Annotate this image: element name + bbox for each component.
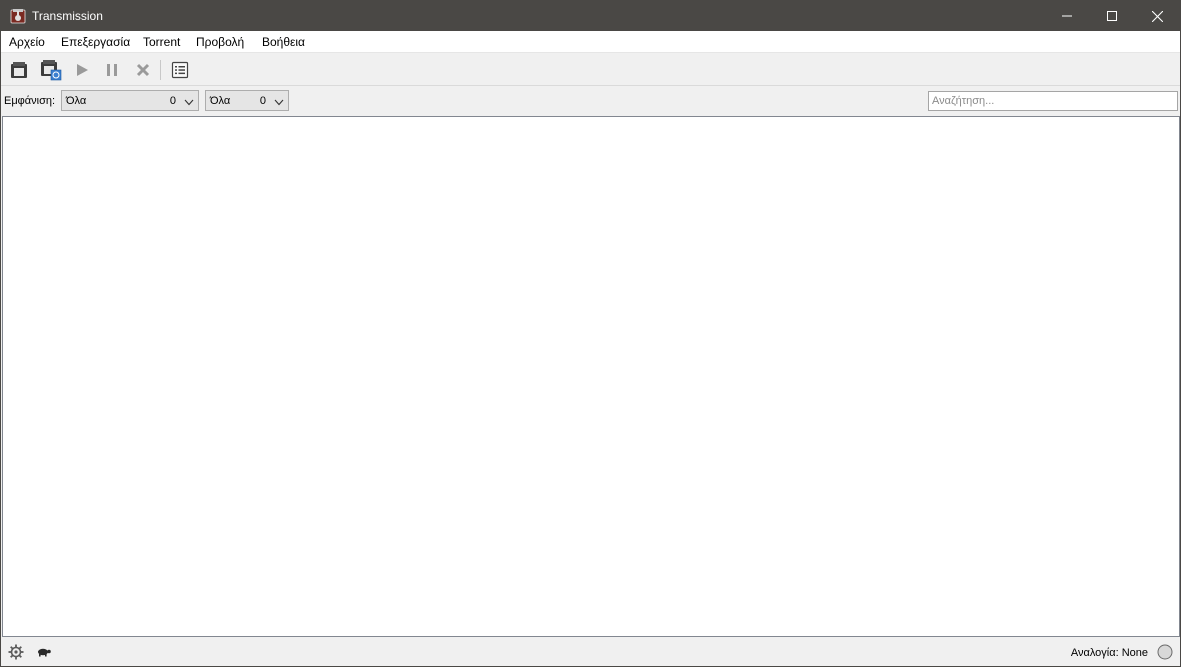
gear-icon	[8, 644, 24, 660]
remove-button[interactable]	[131, 58, 155, 82]
pause-button[interactable]	[100, 58, 124, 82]
search-input[interactable]	[928, 91, 1178, 111]
title-bar[interactable]: Transmission	[1, 1, 1180, 31]
chevron-down-icon	[274, 97, 284, 109]
chevron-down-icon	[184, 97, 194, 109]
play-icon	[77, 64, 88, 76]
maximize-icon	[1107, 11, 1117, 21]
status-bar: Αναλογία: None	[1, 638, 1180, 666]
torrent-list[interactable]	[2, 116, 1180, 637]
close-icon	[1151, 10, 1163, 22]
menu-view[interactable]: Προβολή	[196, 35, 244, 49]
ratio-status-label[interactable]: Αναλογία: None	[1071, 647, 1148, 659]
activity-filter-dropdown[interactable]: Όλα 0	[61, 90, 199, 111]
menu-bar: Αρχείο Επεξεργασία Torrent Προβολή Βοήθε…	[1, 31, 1180, 53]
pause-icon	[107, 64, 117, 76]
toolbar	[1, 54, 1180, 86]
menu-file[interactable]: Αρχείο	[9, 35, 45, 49]
preferences-gear-button[interactable]	[8, 644, 24, 660]
menu-edit[interactable]: Επεξεργασία	[61, 35, 130, 49]
window-title: Transmission	[32, 9, 103, 23]
activity-filter-value: Όλα	[66, 95, 87, 107]
transmission-app-icon	[10, 8, 26, 24]
tracker-filter-value: Όλα	[210, 95, 231, 107]
add-torrent-url-button[interactable]	[39, 58, 63, 82]
filter-bar: Εμφάνιση: Όλα 0 Όλα 0	[1, 87, 1180, 115]
toolbar-separator	[160, 60, 161, 80]
open-torrent-icon	[11, 62, 27, 78]
ratio-icon	[1157, 644, 1173, 660]
activity-filter-count: 0	[169, 95, 176, 107]
tracker-filter-count: 0	[259, 95, 266, 107]
maximize-button[interactable]	[1089, 1, 1135, 31]
remove-icon	[136, 63, 150, 77]
add-url-icon	[41, 60, 62, 81]
minimize-icon	[1062, 15, 1072, 17]
show-filter-label: Εμφάνιση:	[4, 95, 56, 107]
ratio-indicator-button[interactable]	[1157, 644, 1173, 660]
minimize-button[interactable]	[1044, 1, 1090, 31]
properties-button[interactable]	[168, 58, 192, 82]
turtle-icon	[38, 648, 51, 657]
alt-speed-turtle-button[interactable]	[36, 644, 52, 660]
close-button[interactable]	[1134, 1, 1180, 31]
menu-help[interactable]: Βοήθεια	[262, 35, 305, 49]
properties-icon	[171, 61, 189, 79]
app-window: Transmission Αρχείο Επεξεργασία Torrent …	[0, 0, 1181, 667]
start-button[interactable]	[70, 58, 94, 82]
open-torrent-button[interactable]	[7, 58, 31, 82]
menu-torrent[interactable]: Torrent	[143, 35, 180, 49]
tracker-filter-dropdown[interactable]: Όλα 0	[205, 90, 289, 111]
